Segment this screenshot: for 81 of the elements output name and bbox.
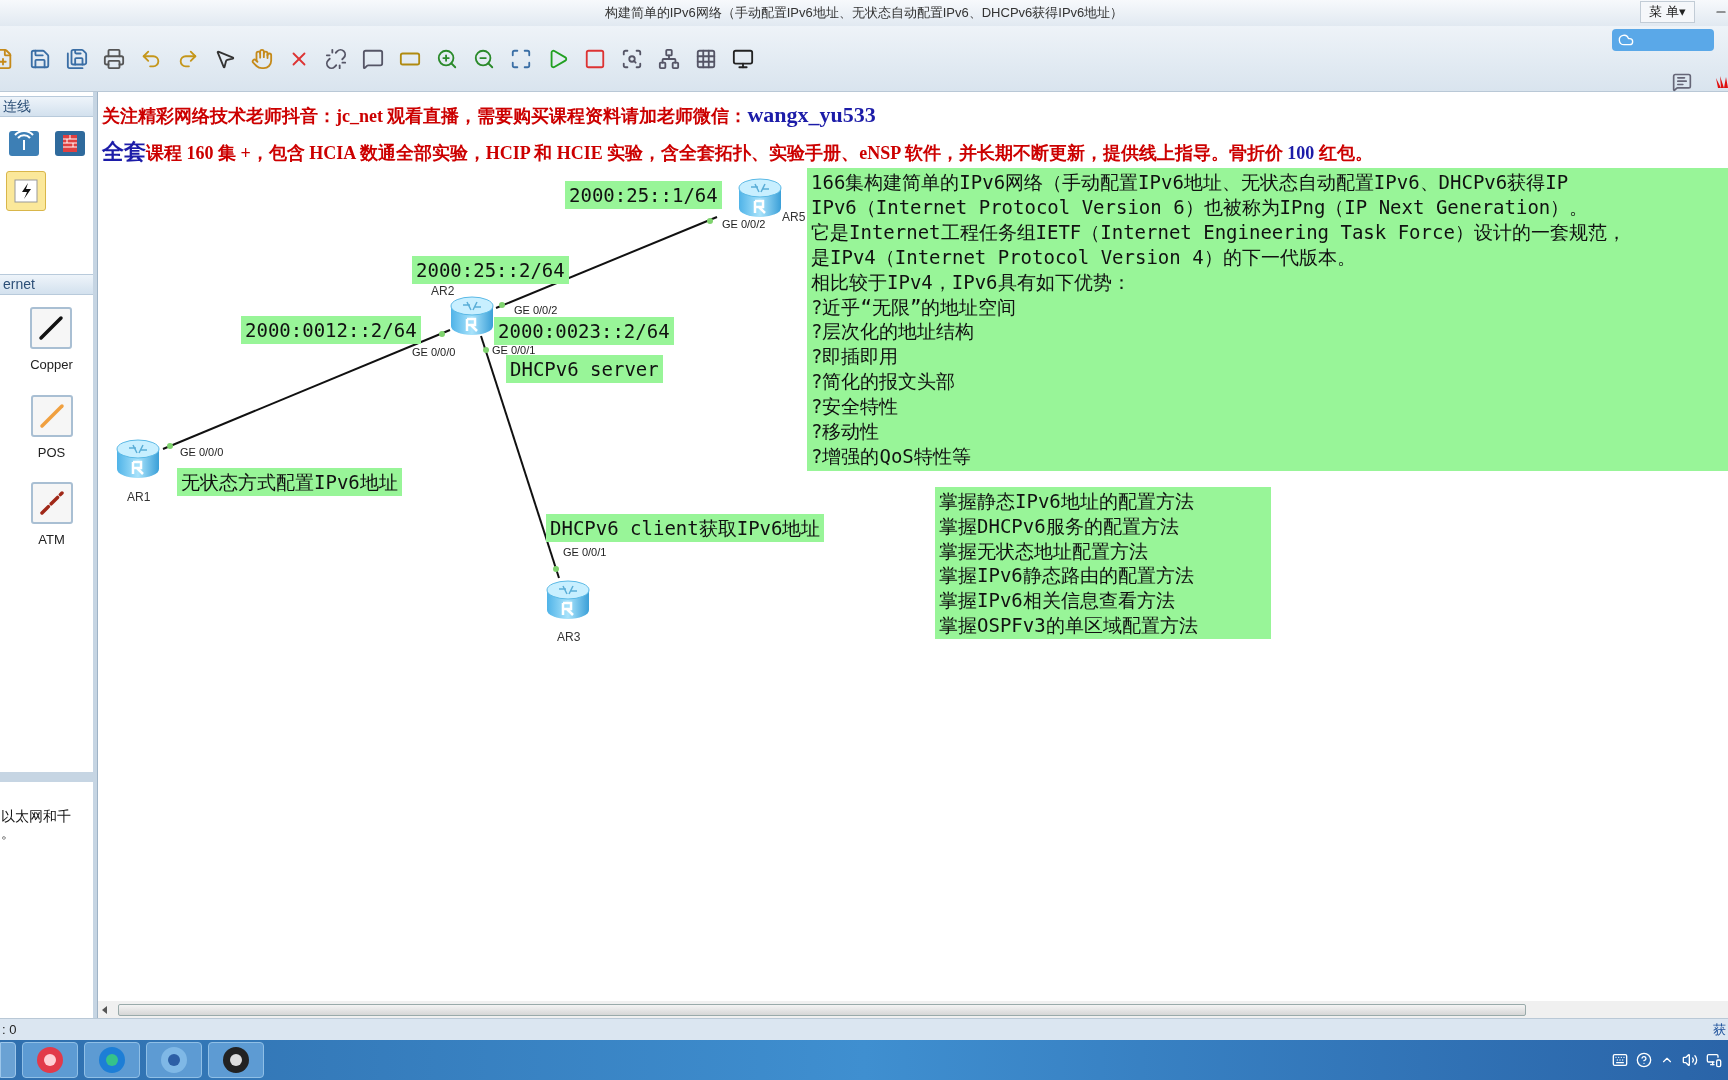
note-label[interactable]: DHCPv6 server	[506, 355, 663, 383]
capture-icon[interactable]	[621, 47, 643, 70]
note-line: 166集构建简单的IPv6网络（手动配置IPv6地址、无状态自动配置IPv6、DHCPv6获得IP	[811, 170, 1570, 195]
cable-type-button[interactable]	[30, 307, 73, 349]
chat-icon[interactable]	[1672, 72, 1692, 92]
cable-type-label: POS	[37, 443, 66, 462]
router-icon[interactable]	[545, 579, 591, 621]
delete-link-icon[interactable]	[325, 47, 347, 70]
window-title: 构建简单的IPv6网络（手动配置IPv6地址、无状态自动配置IPv6、DHCPv6获得IPv6地址）	[604, 4, 1124, 23]
note-background[interactable]: 掌握静态IPv6地址的配置方法 掌握DHCPv6服务的配置方法 掌握无状态地址配置方法 掌握IPv6静态路由的配置方法 掌握IPv6相关信息查看方法 掌握OSPFv3的单区域配置方法	[935, 487, 1271, 639]
network-icon[interactable]	[1706, 1052, 1722, 1068]
description-text: 以太网和千	[1, 807, 72, 825]
section-header[interactable]: 连线	[0, 96, 93, 117]
note-line: 相比较于IPv4，IPv6具有如下优势：	[811, 269, 1132, 295]
router-icon[interactable]	[737, 177, 783, 219]
note-line: 掌握DHCPv6服务的配置方法	[939, 513, 1180, 539]
note-label[interactable]: 2000:0012::2/64	[241, 316, 421, 344]
router-icon[interactable]	[449, 295, 495, 337]
topology-canvas[interactable]	[97, 92, 1728, 1001]
note-line: ?移动性	[811, 419, 881, 444]
note-label[interactable]: 2000:25::1/64	[565, 181, 722, 209]
status-text: 获	[1713, 1020, 1726, 1039]
port-label: GE 0/0/1	[492, 343, 536, 358]
note-line: ?层次化的地址结构	[811, 319, 976, 345]
note-line: ?安全特性	[811, 394, 900, 420]
topology-icon[interactable]	[658, 47, 680, 70]
device-label: AR5	[782, 209, 806, 226]
auto-connect-icon[interactable]	[6, 171, 46, 211]
description-text: 。	[1, 824, 16, 842]
scroll-left-icon[interactable]	[102, 1005, 108, 1014]
cable-type-label: Copper	[30, 356, 73, 374]
note-background[interactable]	[807, 168, 1728, 471]
note-line: ?近乎“无限”的地址空间	[811, 294, 1018, 320]
stop-icon[interactable]	[584, 47, 606, 70]
cloud-icon	[1618, 32, 1634, 48]
grid-icon[interactable]	[695, 47, 717, 70]
scrollbar-thumb[interactable]	[118, 1003, 1526, 1016]
note-line: 掌握IPv6静态路由的配置方法	[939, 563, 1195, 589]
banner-text: 全套课程 160 集 +，包含 HCIA 数通全部实验，HCIP 和 HCIE 实验，含全套拓扑、实验手册、eNSP 软件，并长期不断更新，提供线上指导。骨折价 100 红包。	[102, 138, 1373, 166]
status-text: : 0	[2, 1020, 17, 1039]
menu-button[interactable]: 菜 单▾	[1640, 1, 1695, 23]
save-icon[interactable]	[29, 47, 51, 70]
keyboard-icon[interactable]	[1612, 1052, 1628, 1068]
hand-icon[interactable]	[251, 47, 273, 70]
device-label: AR3	[557, 629, 581, 646]
banner-text: 关注精彩网络技术老师抖音：jc_net 观看直播，需要购买课程资料请加老师微信：wangx_yu533	[102, 101, 877, 129]
taskbar-app-icon[interactable]	[208, 1042, 264, 1078]
router-icon[interactable]	[115, 438, 161, 480]
note-line: 是IPv4（Internet Protocol Version 4）的下一代版本。	[811, 244, 1357, 270]
port-label: GE 0/0/0	[412, 345, 456, 360]
device-label: AR2	[431, 283, 455, 300]
fit-icon[interactable]	[510, 47, 532, 70]
note-line: 掌握OSPFv3的单区域配置方法	[939, 613, 1199, 638]
port-label: GE 0/0/2	[722, 217, 766, 232]
note-label[interactable]: 2000:25::2/64	[412, 256, 569, 284]
section-header[interactable]: ernet	[0, 274, 93, 295]
note-label[interactable]: 无状态方式配置IPv6地址	[177, 468, 402, 496]
note-label[interactable]: DHCPv6 client获取IPv6地址	[546, 514, 825, 542]
screenshot-icon[interactable]	[732, 47, 754, 70]
note-line: 它是Internet工程任务组IETF（Internet Engineering Task Force）设计的一套规范，	[811, 219, 1627, 245]
volume-icon[interactable]	[1682, 1052, 1698, 1068]
help-icon[interactable]	[1636, 1052, 1652, 1068]
note-label[interactable]: 2000:0023::2/64	[494, 317, 674, 345]
note-line: 掌握静态IPv6地址的配置方法	[939, 489, 1195, 514]
note-line: ?简化的报文头部	[811, 369, 957, 395]
device-label: AR1	[127, 489, 151, 506]
zoom-out-icon[interactable]	[473, 47, 495, 70]
save-as-icon[interactable]	[66, 47, 88, 70]
print-icon[interactable]	[103, 47, 125, 70]
cable-type-label: ATM	[38, 531, 65, 549]
note-line: 掌握无状态地址配置方法	[939, 538, 1149, 564]
port-label: GE 0/0/2	[514, 303, 558, 318]
port-label: GE 0/0/0	[180, 445, 224, 460]
text-icon[interactable]	[362, 47, 384, 70]
cable-type-button[interactable]	[30, 482, 73, 524]
note-line: 掌握IPv6相关信息查看方法	[939, 588, 1176, 613]
note-line: ?即插即用	[811, 344, 900, 370]
zoom-in-icon[interactable]	[436, 47, 458, 70]
note-line: ?增强的QoS特性等	[811, 443, 972, 469]
port-label: GE 0/0/1	[563, 545, 607, 560]
note-line: IPv6（Internet Protocol Version 6）也被称为IPng（IP Next Generation）。	[811, 194, 1590, 220]
